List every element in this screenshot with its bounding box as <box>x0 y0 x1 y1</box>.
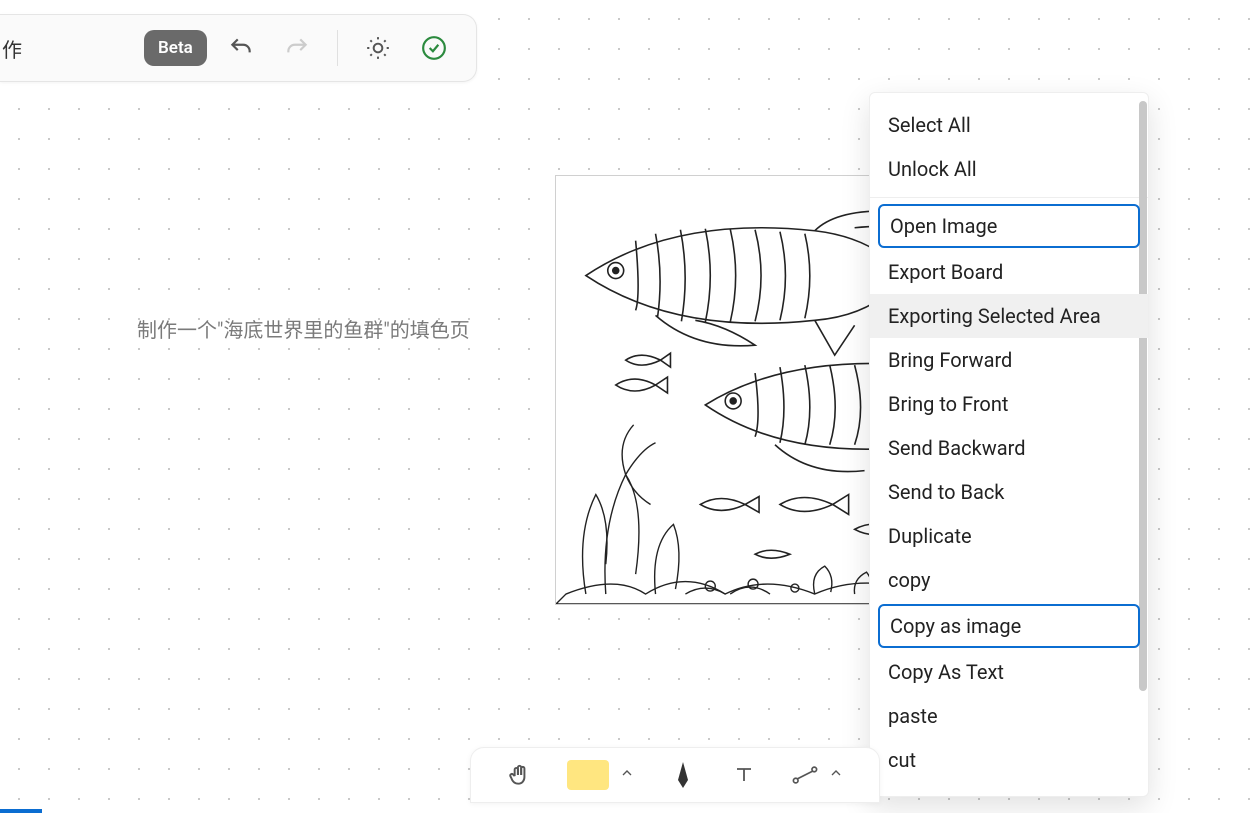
toolbar-divider <box>337 30 338 66</box>
sticky-note-tool[interactable] <box>567 760 635 790</box>
menu-item-unlock-all[interactable]: Unlock All <box>870 147 1148 191</box>
connector-tool[interactable] <box>792 762 844 788</box>
hand-icon <box>506 762 532 788</box>
menu-item-paste[interactable]: paste <box>870 694 1148 738</box>
status-ok-icon <box>412 26 456 70</box>
beta-badge: Beta <box>144 30 207 66</box>
menu-item-bring-forward[interactable]: Bring Forward <box>870 338 1148 382</box>
connector-icon <box>792 762 818 788</box>
canvas-prompt-text[interactable]: 制作一个"海底世界里的鱼群"的填色页 <box>137 314 470 343</box>
top-toolbar: 作 Beta <box>0 14 477 82</box>
menu-item-bring-to-front[interactable]: Bring to Front <box>870 382 1148 426</box>
menu-item-duplicate[interactable]: Duplicate <box>870 514 1148 558</box>
menu-item-copy[interactable]: copy <box>870 558 1148 602</box>
pen-icon <box>670 762 696 788</box>
sticky-note-icon <box>567 760 609 790</box>
text-tool[interactable] <box>731 762 757 788</box>
menu-item-copy-as-text[interactable]: Copy As Text <box>870 650 1148 694</box>
menu-item-export-board[interactable]: Export Board <box>870 250 1148 294</box>
menu-separator <box>870 197 1148 198</box>
toolbar-partial-text: 作 <box>2 34 22 63</box>
menu-item-copy-as-image[interactable]: Copy as image <box>878 604 1140 648</box>
menu-item-send-backward[interactable]: Send Backward <box>870 426 1148 470</box>
hand-tool[interactable] <box>506 762 532 788</box>
bottom-tool-tray <box>470 747 880 803</box>
redo-button[interactable] <box>275 26 319 70</box>
pen-tool[interactable] <box>670 762 696 788</box>
undo-button[interactable] <box>219 26 263 70</box>
menu-item-exporting-selected-area[interactable]: Exporting Selected Area <box>870 294 1148 338</box>
menu-item-select-all[interactable]: Select All <box>870 103 1148 147</box>
menu-item-cut[interactable]: cut <box>870 738 1148 782</box>
menu-item-open-image[interactable]: Open Image <box>878 204 1140 248</box>
chevron-up-icon <box>828 765 844 785</box>
menu-item-send-to-back[interactable]: Send to Back <box>870 470 1148 514</box>
chevron-up-icon <box>619 765 635 785</box>
loading-progress-bar <box>0 809 42 813</box>
context-menu: Select All Unlock All Open Image Export … <box>869 92 1149 797</box>
text-icon <box>731 762 757 788</box>
brightness-button[interactable] <box>356 26 400 70</box>
